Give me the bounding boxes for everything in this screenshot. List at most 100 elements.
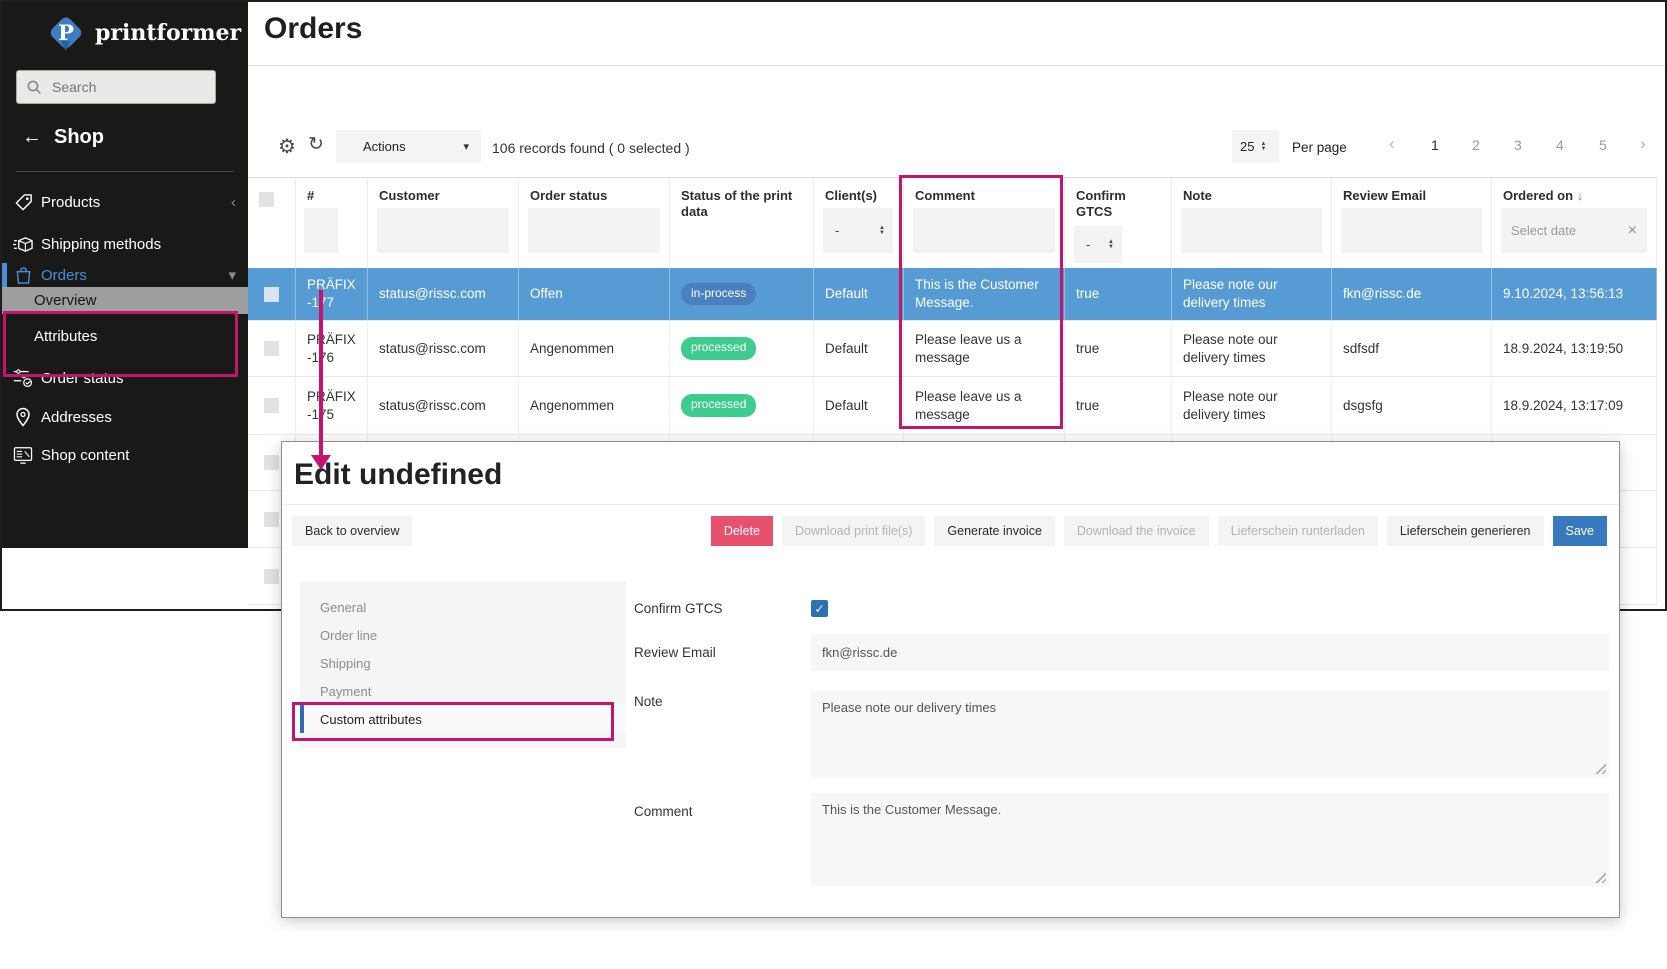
map-pin-icon xyxy=(12,407,34,427)
cell-ordered-on: 18.9.2024, 13:17:09 xyxy=(1492,377,1657,434)
note-field[interactable]: Please note our delivery times xyxy=(811,691,1609,777)
pagination-next[interactable]: › xyxy=(1640,134,1646,154)
pagination-page-1[interactable]: 1 xyxy=(1431,137,1439,153)
clear-date-icon[interactable]: × xyxy=(1628,222,1637,240)
resize-handle-icon[interactable] xyxy=(1595,872,1606,883)
download-print-files-button[interactable]: Download print file(s) xyxy=(782,516,925,546)
cell-client: Default xyxy=(814,377,904,434)
lieferschein-generieren-button[interactable]: Lieferschein generieren xyxy=(1387,516,1544,546)
cell-client: Default xyxy=(814,268,904,320)
sidebar-item-shipping-methods[interactable]: Shipping methods xyxy=(2,229,248,259)
row-checkbox[interactable] xyxy=(264,455,279,470)
actions-dropdown[interactable]: Actions ▾ xyxy=(336,130,481,163)
sidebar-item-label: Orders xyxy=(41,267,87,284)
cell-id: PRÄFIX-175 xyxy=(296,377,368,434)
page-title: Orders xyxy=(264,12,362,46)
tab-order-line[interactable]: Order line xyxy=(300,621,626,649)
header-print-status: Status of the print data xyxy=(670,178,814,268)
filter-review-email[interactable] xyxy=(1341,208,1482,253)
pagination-prev[interactable]: ‹ xyxy=(1389,134,1395,154)
generate-invoice-button[interactable]: Generate invoice xyxy=(934,516,1055,546)
cell-id: PRÄFIX-177 xyxy=(296,268,368,320)
filter-comment[interactable] xyxy=(913,208,1055,253)
cell-comment: This is the Customer Message. xyxy=(904,268,1065,320)
back-to-shop[interactable]: ← Shop xyxy=(22,126,104,149)
row-checkbox[interactable] xyxy=(264,341,279,356)
sidebar-item-overview[interactable]: Overview xyxy=(2,287,248,314)
row-checkbox[interactable] xyxy=(264,287,279,302)
sidebar-item-products[interactable]: Products ‹ xyxy=(2,187,248,217)
tab-shipping[interactable]: Shipping xyxy=(300,649,626,677)
search-input[interactable] xyxy=(50,78,194,96)
table-row[interactable]: PRÄFIX-175 status@rissc.com Angenommen p… xyxy=(248,377,1657,435)
download-invoice-button[interactable]: Download the invoice xyxy=(1064,516,1209,546)
back-to-overview-button[interactable]: Back to overview xyxy=(292,516,412,546)
header-confirm-gtcs: Confirm GTCS - ▲▼ xyxy=(1065,178,1172,268)
gear-icon[interactable]: ⚙ xyxy=(278,134,296,159)
pagination-page-4[interactable]: 4 xyxy=(1556,137,1564,153)
per-page-label: Per page xyxy=(1292,140,1347,155)
pagination-page-3[interactable]: 3 xyxy=(1514,137,1522,153)
sidebar-item-label: Shipping methods xyxy=(41,236,161,253)
search-icon xyxy=(27,80,42,95)
lieferschein-runterladen-button[interactable]: Lieferschein runterladen xyxy=(1218,516,1378,546)
sidebar-item-label: Attributes xyxy=(34,328,97,345)
sidebar-item-label: Products xyxy=(41,194,100,211)
header-order-status: Order status xyxy=(519,178,670,268)
modal-divider xyxy=(282,504,1619,505)
tab-general[interactable]: General xyxy=(300,593,626,621)
table-row[interactable]: PRÄFIX-177 status@rissc.com Offen in-pro… xyxy=(248,268,1657,321)
cell-customer: status@rissc.com xyxy=(368,321,519,376)
delete-button[interactable]: Delete xyxy=(711,516,773,546)
chevron-down-icon[interactable]: ▾ xyxy=(228,266,236,284)
logo-wordmark: printformer xyxy=(95,20,241,46)
refresh-icon[interactable]: ↻ xyxy=(308,133,324,156)
filter-note[interactable] xyxy=(1181,208,1322,253)
filter-clients-select[interactable]: - ▲▼ xyxy=(823,208,893,253)
confirm-gtcs-checkbox[interactable]: ✓ xyxy=(811,600,828,617)
sidebar-search[interactable] xyxy=(16,70,216,104)
filter-customer[interactable] xyxy=(377,208,509,253)
stepper-arrows-icon: ▲▼ xyxy=(1260,142,1266,152)
shipping-icon xyxy=(12,235,34,254)
select-all-checkbox[interactable] xyxy=(259,192,274,207)
pagination-page-2[interactable]: 2 xyxy=(1472,137,1480,153)
tab-custom-attributes[interactable]: Custom attributes xyxy=(300,705,626,733)
resize-handle-icon[interactable] xyxy=(1595,763,1606,774)
header-ordered-on: Ordered on ↓ Select date × xyxy=(1492,178,1657,268)
cell-order-status: Angenommen xyxy=(519,377,670,434)
per-page-value: 25 xyxy=(1240,139,1254,154)
table-row[interactable]: PRÄFIX-176 status@rissc.com Angenommen p… xyxy=(248,321,1657,377)
cell-gtcs: true xyxy=(1065,321,1172,376)
review-email-field[interactable] xyxy=(811,634,1609,671)
sort-desc-icon[interactable]: ↓ xyxy=(1577,188,1584,203)
sidebar-item-order-status[interactable]: Order status xyxy=(2,363,248,393)
filter-number[interactable] xyxy=(304,208,338,253)
row-checkbox[interactable] xyxy=(264,569,279,584)
cell-customer: status@rissc.com xyxy=(368,377,519,434)
status-badge: in-process xyxy=(681,283,756,306)
sidebar-item-addresses[interactable]: Addresses xyxy=(2,402,248,432)
save-button[interactable]: Save xyxy=(1553,516,1608,546)
filter-order-status[interactable] xyxy=(528,208,660,253)
comment-field[interactable]: This is the Customer Message. xyxy=(811,793,1609,886)
per-page-stepper[interactable]: 25 ▲▼ xyxy=(1232,130,1279,163)
row-checkbox[interactable] xyxy=(264,398,279,413)
chevron-left-icon[interactable]: ‹ xyxy=(231,194,236,211)
row-checkbox[interactable] xyxy=(264,512,279,527)
sidebar-item-attributes[interactable]: Attributes xyxy=(2,321,248,351)
cell-customer: status@rissc.com xyxy=(368,268,519,320)
sidebar-item-orders[interactable]: Orders ▾ xyxy=(2,260,248,290)
pagination-page-5[interactable]: 5 xyxy=(1599,137,1607,153)
shopping-bag-icon xyxy=(12,266,34,285)
header-note: Note xyxy=(1172,178,1332,268)
tab-payment[interactable]: Payment xyxy=(300,677,626,705)
back-arrow-icon: ← xyxy=(22,126,42,149)
filter-gtcs-select[interactable]: - ▲▼ xyxy=(1074,226,1122,263)
tag-icon xyxy=(12,193,34,212)
sidebar-item-shop-content[interactable]: Shop content xyxy=(2,440,248,470)
header-review-email: Review Email xyxy=(1332,178,1492,268)
header-number: # xyxy=(296,178,368,268)
modal-title: Edit undefined xyxy=(294,458,502,492)
filter-date[interactable]: Select date × xyxy=(1501,208,1647,253)
